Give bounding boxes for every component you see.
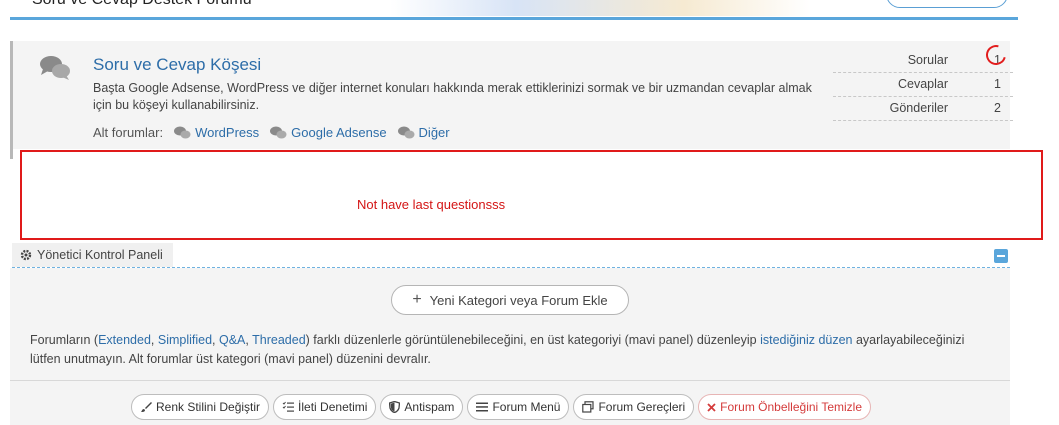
stat-value: 2 <box>994 101 1001 115</box>
tool-label: Forum Gereçleri <box>598 400 686 414</box>
subforums-label: Alt forumlar: <box>93 125 164 140</box>
subforum-chat-icon <box>270 126 287 139</box>
layout-link-extended[interactable]: Extended <box>98 333 151 347</box>
forum-stats: Sorular 1 Cevaplar 1 Gönderiler 2 <box>833 49 1013 121</box>
subforum-chat-icon <box>397 126 415 139</box>
checklist-icon <box>282 401 295 412</box>
menu-icon <box>476 402 489 412</box>
tool-label: Forum Menü <box>492 400 561 414</box>
forum-header-title: Soru ve Cevap Destek Forumu <box>32 0 252 9</box>
layout-link-qa[interactable]: Q&A <box>219 333 245 347</box>
subforum-google-adsense[interactable]: Google Adsense <box>269 125 387 140</box>
desc-text: Forumların ( <box>30 333 99 347</box>
admin-panel-tab[interactable]: Yönetici Kontrol Paneli <box>12 243 173 267</box>
forum-row: Soru ve Cevap Köşesi Başta Google Adsens… <box>10 41 1013 149</box>
forum-chat-icon <box>40 56 70 80</box>
subforum-label: Diğer <box>418 125 450 140</box>
admin-panel-title: Yönetici Kontrol Paneli <box>37 248 163 262</box>
stat-label: Gönderiler <box>889 101 948 115</box>
stat-posts: Gönderiler 2 <box>833 97 1013 121</box>
subforum-wordpress[interactable]: WordPress <box>173 125 259 140</box>
shield-icon <box>389 401 401 413</box>
annotation-box: Not have last questionsss <box>20 150 1043 240</box>
layout-settings-link[interactable]: istediğiniz düzen <box>760 333 852 347</box>
subforum-chat-icon <box>174 126 191 139</box>
forum-tools-button[interactable]: Forum Gereçleri <box>573 394 695 420</box>
subforum-label: WordPress <box>195 125 260 140</box>
desc-text: , <box>212 333 219 347</box>
stat-label: Sorular <box>907 53 948 67</box>
header-decoration <box>390 0 810 16</box>
layout-link-threaded[interactable]: Threaded <box>252 333 306 347</box>
close-icon <box>707 402 716 412</box>
subforum-label: Google Adsense <box>291 125 387 140</box>
tool-label: İleti Denetimi <box>298 400 368 414</box>
layout-link-simplified[interactable]: Simplified <box>158 333 212 347</box>
stat-answers: Cevaplar 1 <box>833 73 1013 97</box>
annotation-text: Not have last questionsss <box>357 197 506 212</box>
tool-label: Forum Önbelleğini Temizle <box>720 400 862 414</box>
forum-menu-button[interactable]: Forum Menü <box>467 394 570 420</box>
subforum-diger[interactable]: Diğer <box>397 125 450 140</box>
desc-text: , <box>150 333 158 347</box>
plus-icon: + <box>412 291 422 308</box>
forum-header: Soru ve Cevap Destek Forumu <box>10 0 1018 20</box>
antispam-button[interactable]: Antispam <box>380 394 464 420</box>
tool-label: Antispam <box>404 400 455 414</box>
gear-icon <box>20 249 32 261</box>
window-icon <box>582 401 595 413</box>
forum-row-border <box>10 149 13 159</box>
add-category-button[interactable]: + Yeni Kategori veya Forum Ekle <box>391 285 629 315</box>
collapse-button[interactable] <box>994 249 1008 263</box>
post-moderation-button[interactable]: İleti Denetimi <box>273 394 377 420</box>
stat-label: Cevaplar <box>897 77 948 91</box>
header-pill-button[interactable] <box>886 0 1008 8</box>
desc-text: ) farklı düzenlerle görüntülenebileceğin… <box>305 333 761 347</box>
forum-title-link[interactable]: Soru ve Cevap Köşesi <box>93 55 261 75</box>
add-category-label: Yeni Kategori veya Forum Ekle <box>429 292 608 308</box>
admin-tools: Renk Stilini Değiştir İleti Denetimi Ant… <box>131 394 875 420</box>
tool-label: Renk Stilini Değiştir <box>156 400 261 414</box>
admin-description: Forumların (Extended, Simplified, Q&A, T… <box>30 331 990 369</box>
brush-icon <box>141 402 152 412</box>
stat-value: 1 <box>994 77 1001 91</box>
subforums-list: Alt forumlar: WordPress Google Adsense D… <box>93 125 460 140</box>
admin-separator <box>10 380 1010 381</box>
header-divider <box>10 17 1018 20</box>
change-color-style-button[interactable]: Renk Stilini Değiştir <box>131 394 270 420</box>
forum-description: Başta Google Adsense, WordPress ve diğer… <box>93 81 812 112</box>
admin-panel-body: + Yeni Kategori veya Forum Ekle Forumlar… <box>10 268 1010 425</box>
clear-forum-cache-button[interactable]: Forum Önbelleğini Temizle <box>698 394 871 420</box>
